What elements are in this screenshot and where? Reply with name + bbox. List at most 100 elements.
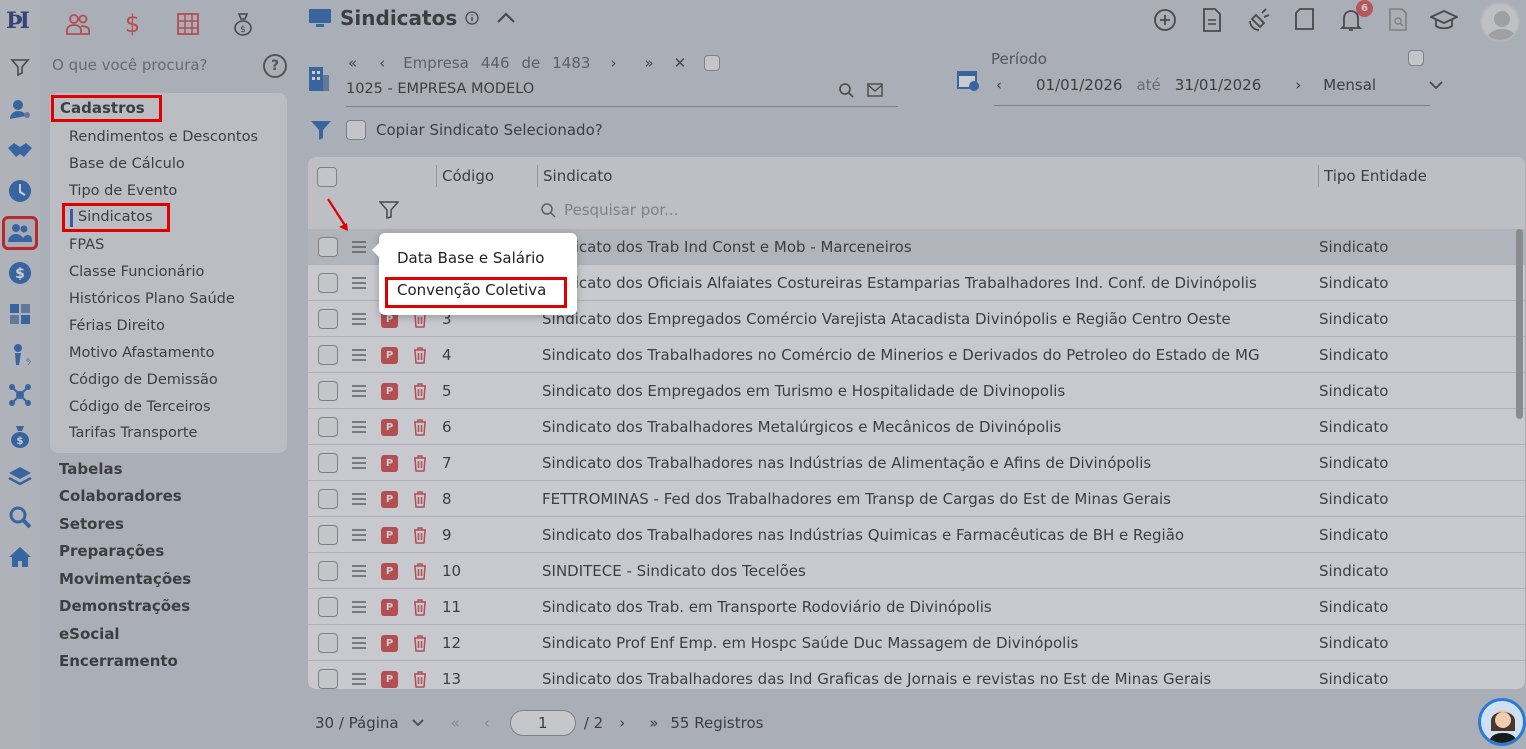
p-badge-icon[interactable]: P — [381, 491, 398, 508]
copy-checkbox[interactable] — [346, 120, 366, 140]
trash-icon[interactable] — [413, 670, 427, 688]
period-start[interactable]: 01/01/2026 — [1036, 76, 1122, 94]
grid-search[interactable]: Pesquisar por... — [540, 201, 679, 219]
chevron-up-icon[interactable] — [495, 11, 517, 25]
row-menu-icon[interactable] — [351, 312, 367, 326]
row-menu-icon[interactable] — [351, 420, 367, 434]
p-badge-icon[interactable]: P — [381, 563, 398, 580]
first-page-icon[interactable]: « — [451, 714, 460, 732]
chevron-down-icon[interactable] — [411, 718, 425, 728]
row-menu-icon[interactable] — [351, 456, 367, 470]
row-checkbox[interactable] — [318, 633, 338, 653]
money-bag-icon[interactable]: $ — [5, 421, 35, 451]
row-checkbox[interactable] — [318, 417, 338, 437]
row-checkbox[interactable] — [318, 345, 338, 365]
empresa-checkbox[interactable] — [704, 55, 721, 71]
person-percent-icon[interactable]: % — [5, 340, 35, 370]
period-end[interactable]: 31/01/2026 — [1175, 76, 1261, 94]
col-codigo[interactable]: Código — [442, 167, 494, 185]
table-row[interactable]: P 10 SINDITECE - Sindicato dos Tecelões Sin… — [308, 553, 1525, 589]
row-checkbox[interactable] — [318, 309, 338, 329]
submenu-item-sindicatos[interactable]: Sindicatos — [78, 209, 153, 225]
select-all-checkbox[interactable] — [317, 167, 337, 187]
row-menu-icon[interactable] — [351, 276, 367, 290]
dollar-icon[interactable]: $ — [5, 258, 35, 288]
user-avatar[interactable] — [1480, 2, 1520, 42]
submenu-item-codigo-terceiros[interactable]: Código de Terceiros — [69, 399, 211, 415]
table-row[interactable]: P 7 Sindicato dos Trabalhadores nas Indúst… — [308, 445, 1525, 481]
info-icon[interactable] — [465, 11, 479, 25]
user-settings-icon[interactable] — [5, 94, 35, 124]
submenu-item-classe-funcionario[interactable]: Classe Funcionário — [69, 264, 204, 280]
people-icon[interactable] — [2, 216, 38, 250]
graduation-cap-icon[interactable] — [1430, 10, 1458, 32]
trash-icon[interactable] — [413, 346, 427, 364]
row-checkbox[interactable] — [318, 525, 338, 545]
assistant-avatar[interactable] — [1478, 698, 1526, 746]
row-checkbox[interactable] — [318, 489, 338, 509]
table-row[interactable]: P 9 Sindicato dos Trabalhadores nas Indúst… — [308, 517, 1525, 553]
menu-convencao-coletiva[interactable]: Convenção Coletiva — [397, 281, 546, 299]
add-circle-icon[interactable] — [1153, 8, 1177, 32]
home-icon[interactable] — [5, 542, 35, 572]
p-badge-icon[interactable]: P — [381, 419, 398, 436]
menu-colaboradores[interactable]: Colaboradores — [59, 487, 182, 505]
menu-setores[interactable]: Setores — [59, 515, 124, 533]
page-input[interactable]: 1 — [509, 710, 576, 736]
column-filter-icon[interactable] — [379, 201, 399, 219]
trash-icon[interactable] — [413, 490, 427, 508]
prev-empresa-icon[interactable]: ‹ — [379, 54, 385, 72]
submenu-item-base-calculo[interactable]: Base de Cálculo — [69, 156, 185, 172]
row-menu-icon[interactable] — [351, 384, 367, 398]
menu-demonstracoes[interactable]: Demonstrações — [59, 597, 190, 615]
trash-icon[interactable] — [413, 526, 427, 544]
table-row[interactable]: P 13 Sindicato dos Trabalhadores das Ind G… — [308, 661, 1525, 689]
doc-search-icon[interactable] — [1387, 8, 1409, 32]
prev-page-icon[interactable]: ‹ — [484, 714, 490, 732]
vertical-scrollbar[interactable] — [1516, 229, 1523, 419]
prev-period-icon[interactable]: ‹ — [996, 76, 1002, 94]
submenu-item-ferias[interactable]: Férias Direito — [69, 318, 165, 334]
table-row[interactable]: P 8 FETTROMINAS - Fed dos Trabalhadores em… — [308, 481, 1525, 517]
row-menu-icon[interactable] — [351, 600, 367, 614]
row-checkbox[interactable] — [318, 237, 338, 257]
table-row[interactable]: P 12 Sindicato Prof Enf Emp. em Hospc Saúd… — [308, 625, 1525, 661]
trash-icon[interactable] — [413, 382, 427, 400]
p-badge-icon[interactable]: P — [381, 527, 398, 544]
row-menu-icon[interactable] — [351, 528, 367, 542]
table-row[interactable]: P 6 Sindicato dos Trabalhadores Metalúrgic… — [308, 409, 1525, 445]
trash-icon[interactable] — [413, 454, 427, 472]
row-checkbox[interactable] — [318, 453, 338, 473]
submenu-item-rendimentos[interactable]: Rendimentos e Descontos — [69, 129, 258, 145]
row-checkbox[interactable] — [318, 597, 338, 617]
money-bag-outline-icon[interactable]: $ — [215, 0, 270, 48]
row-checkbox[interactable] — [318, 669, 338, 689]
layers-icon[interactable] — [5, 462, 35, 492]
people-group-icon[interactable] — [50, 0, 105, 48]
submenu-item-codigo-demissao[interactable]: Código de Demissão — [69, 372, 218, 388]
network-icon[interactable] — [5, 380, 35, 410]
p-badge-icon[interactable]: P — [381, 635, 398, 652]
row-menu-icon[interactable] — [351, 348, 367, 362]
last-empresa-icon[interactable]: » — [644, 54, 653, 72]
document-icon[interactable] — [1201, 8, 1223, 32]
submenu-item-historicos[interactable]: Históricos Plano Saúde — [69, 291, 235, 307]
submenu-item-tipo-evento[interactable]: Tipo de Evento — [69, 183, 177, 199]
search-icon[interactable] — [838, 82, 854, 98]
trash-icon[interactable] — [413, 634, 427, 652]
menu-preparacoes[interactable]: Preparações — [59, 542, 164, 560]
menu-tabelas[interactable]: Tabelas — [59, 460, 123, 478]
menu-encerramento[interactable]: Encerramento — [59, 652, 178, 670]
p-badge-icon[interactable]: P — [381, 599, 398, 616]
trash-icon[interactable] — [413, 562, 427, 580]
close-icon[interactable]: ✕ — [674, 54, 687, 72]
magnifier-icon[interactable] — [5, 502, 35, 532]
next-empresa-icon[interactable]: › — [610, 54, 616, 72]
submenu-item-fpas[interactable]: FPAS — [69, 237, 104, 253]
dollar-sign-icon[interactable]: $ — [105, 0, 160, 48]
col-sindicato[interactable]: Sindicato — [543, 167, 612, 185]
submenu-item-tarifas[interactable]: Tarifas Transporte — [69, 425, 197, 441]
row-menu-icon[interactable] — [351, 636, 367, 650]
trash-icon[interactable] — [413, 598, 427, 616]
first-empresa-icon[interactable]: « — [348, 54, 357, 72]
